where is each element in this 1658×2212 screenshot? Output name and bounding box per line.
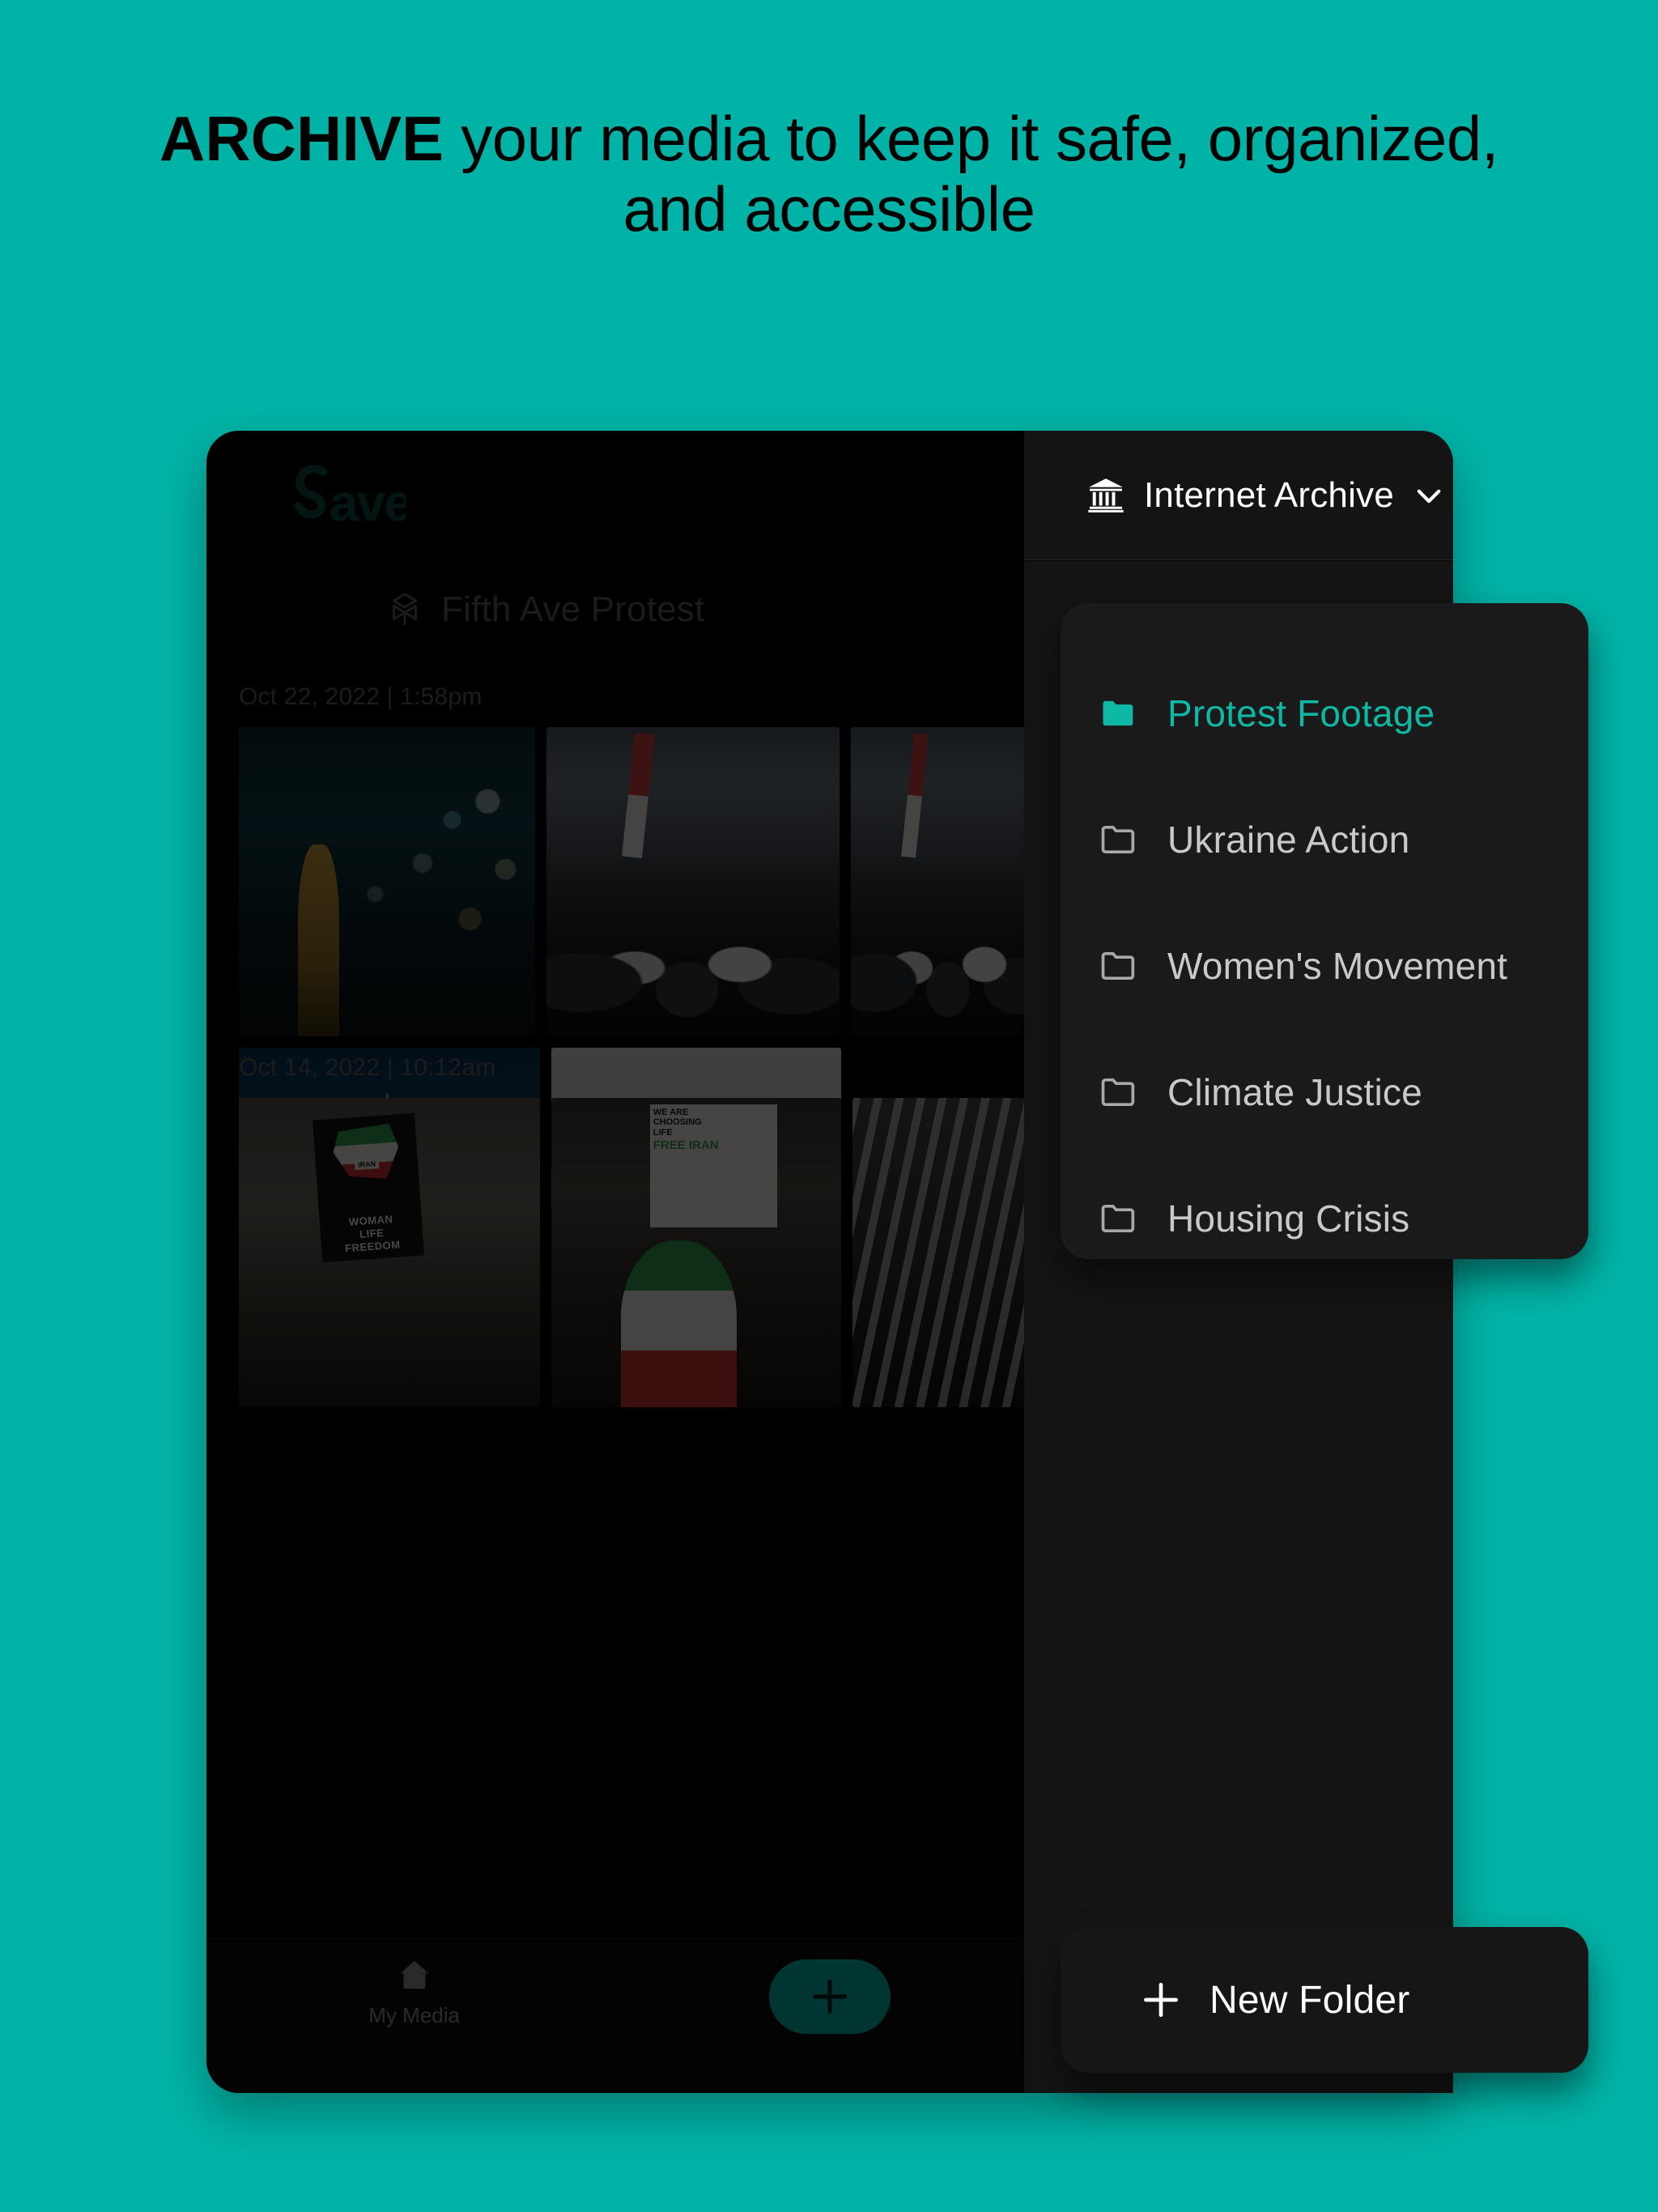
folder-label: Housing Crisis — [1167, 1197, 1410, 1240]
nav-item-my-media[interactable]: My Media — [293, 1956, 536, 2028]
folder-label: Ukraine Action — [1167, 819, 1410, 861]
page-headline: ARCHIVE your media to keep it safe, orga… — [0, 103, 1658, 245]
folder-outline-icon — [1101, 1078, 1135, 1107]
photo-sign-text: WE ARE CHOOSING LIFE FREE IRAN — [649, 1104, 778, 1228]
archive-selector[interactable]: Internet Archive — [1024, 431, 1453, 560]
media-thumbnail[interactable]: WE ARE CHOOSING LIFE FREE IRAN — [551, 1098, 841, 1407]
svg-text:ave: ave — [329, 474, 406, 527]
new-folder-button[interactable]: New Folder — [1061, 1927, 1588, 2073]
media-thumbnail[interactable]: IRAN WOMAN LIFE FREEDOM — [239, 1098, 540, 1407]
brand-logo[interactable]: ave — [284, 464, 406, 527]
nav-item-add[interactable] — [708, 1956, 951, 2034]
media-thumbnail[interactable] — [851, 727, 1053, 1036]
media-thumbnail[interactable] — [546, 727, 840, 1036]
folder-filled-icon — [1103, 700, 1133, 726]
album-title: Fifth Ave Protest — [441, 589, 705, 629]
archive-name: Internet Archive — [1144, 474, 1394, 515]
folder-item-ukraine-action[interactable]: Ukraine Action — [1061, 776, 1588, 903]
open-box-icon — [393, 593, 417, 626]
nav-label: My Media — [368, 2003, 460, 2027]
save-swirl-logo-icon: ave — [295, 464, 406, 527]
folder-label: Women's Movement — [1167, 945, 1508, 987]
placard-badge: IRAN — [354, 1158, 380, 1170]
chevron-down-icon[interactable] — [1412, 479, 1446, 513]
internet-archive-building-icon — [1088, 478, 1124, 513]
new-folder-label: New Folder — [1209, 1978, 1410, 2022]
plus-icon — [1144, 1983, 1178, 2017]
plus-icon — [812, 1979, 848, 2014]
folder-item-housing-crisis[interactable]: Housing Crisis — [1061, 1155, 1588, 1282]
folder-list-card: Protest Footage Ukraine Action Women's M… — [1061, 603, 1588, 1259]
add-media-fab[interactable] — [768, 1959, 891, 2034]
media-thumbnail[interactable] — [239, 727, 535, 1036]
folder-outline-icon — [1101, 951, 1135, 981]
folder-item-womens-movement[interactable]: Women's Movement — [1061, 903, 1588, 1029]
folder-label: Protest Footage — [1167, 692, 1435, 734]
folder-label: Climate Justice — [1167, 1071, 1422, 1113]
headline-keyword: ARCHIVE — [159, 103, 444, 174]
home-icon — [400, 1960, 428, 1989]
folder-item-climate-justice[interactable]: Climate Justice — [1061, 1029, 1588, 1155]
folder-outline-icon — [1101, 825, 1135, 854]
headline-rest: your media to keep it safe, organized, a… — [444, 103, 1499, 245]
folder-outline-icon — [1101, 1204, 1135, 1233]
folder-item-protest-footage[interactable]: Protest Footage — [1061, 650, 1588, 776]
placard-text: WOMAN LIFE FREEDOM — [344, 1212, 401, 1255]
